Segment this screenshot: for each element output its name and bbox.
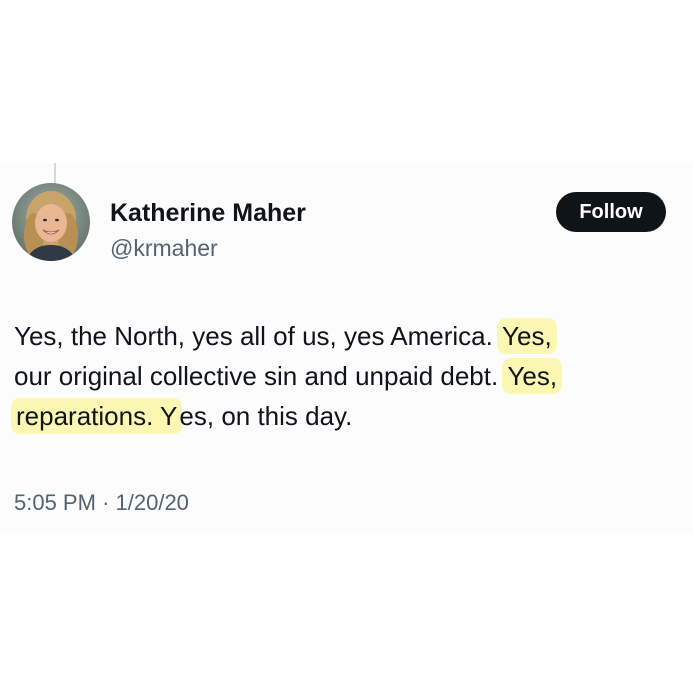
tweet-text-segment: our original collective sin and unpaid d…: [14, 361, 506, 391]
tweet-text-segment: Yes, the North, yes all of us, yes Ameri…: [14, 321, 501, 351]
tweet-time: 5:05 PM: [14, 490, 96, 515]
tweet-text: Yes, the North, yes all of us, yes Ameri…: [14, 316, 679, 436]
highlighted-text: Yes,: [505, 361, 560, 391]
tweet-timestamp[interactable]: 5:05 PM · 1/20/20: [14, 490, 189, 516]
author-handle[interactable]: @krmaher: [110, 235, 218, 262]
tweet-date: 1/20/20: [115, 490, 189, 515]
tweet-line-3: reparations. Yes, on this day.: [14, 396, 679, 436]
thread-connector-line: [54, 163, 56, 185]
tweet-line-1: Yes, the North, yes all of us, yes Ameri…: [14, 316, 679, 356]
tweet-text-segment: es, on this day.: [179, 401, 353, 431]
page: Katherine Maher @krmaher Follow Yes, the…: [0, 0, 693, 691]
tweet-card: Katherine Maher @krmaher Follow Yes, the…: [0, 163, 693, 533]
highlighted-text: Yes,: [500, 321, 554, 351]
author-name[interactable]: Katherine Maher: [110, 199, 306, 228]
meta-separator: ·: [102, 490, 110, 515]
profile-photo-icon: [12, 183, 90, 261]
follow-button[interactable]: Follow: [556, 192, 666, 232]
highlighted-text: reparations. Y: [14, 401, 180, 431]
avatar[interactable]: [12, 183, 90, 261]
tweet-line-2: our original collective sin and unpaid d…: [14, 356, 679, 396]
